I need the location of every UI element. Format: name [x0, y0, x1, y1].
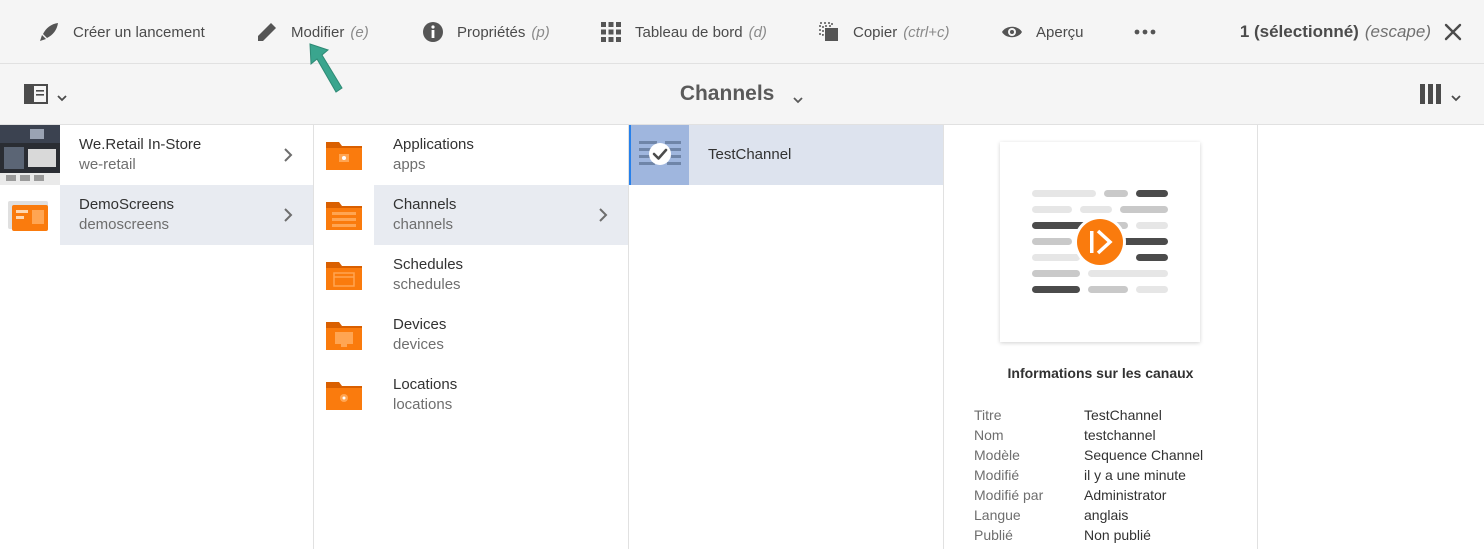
chevron-right-icon — [284, 148, 293, 162]
list-item-title: Schedules — [393, 256, 464, 273]
preview-button[interactable]: Aperçu — [1001, 0, 1084, 64]
page-title[interactable]: Channels — [0, 82, 1484, 106]
view-switch-button[interactable] — [1420, 84, 1462, 109]
folder-icon — [314, 125, 374, 185]
list-item-channels[interactable]: Channels channels — [314, 185, 628, 245]
metadata-row: Nom testchannel — [974, 425, 1203, 445]
list-item-subtitle: apps — [393, 156, 426, 173]
list-item-title: Channels — [393, 196, 457, 213]
column-demoscreens: Applications apps Channels channels Sche… — [314, 125, 629, 549]
metadata-key: Langue — [974, 507, 1021, 523]
folder-icon — [314, 305, 374, 365]
list-item-subtitle: devices — [393, 336, 444, 353]
column-channels: TestChannel — [629, 125, 944, 549]
chevron-down-icon — [792, 88, 804, 104]
metadata-value: il y a une minute — [1084, 467, 1186, 483]
demoscreens-thumbnail — [0, 185, 60, 245]
list-item-devices[interactable]: Devices devices — [314, 305, 628, 365]
create-launch-button[interactable]: Créer un lancement — [38, 0, 205, 64]
column-sites: We.Retail In-Store we-retail DemoScreens… — [0, 125, 314, 549]
metadata-row: Modifié par Administrator — [974, 485, 1203, 505]
list-item-subtitle: demoscreens — [79, 216, 170, 233]
folder-icon — [314, 245, 374, 305]
metadata-row: Titre TestChannel — [974, 405, 1203, 425]
more-actions-button[interactable] — [1134, 0, 1169, 64]
metadata-list: Titre TestChannel Nom testchannel Modèle Se… — [974, 405, 1203, 545]
action-bar: Créer un lancement Modifier (e) Propriét… — [0, 0, 1484, 64]
title-bar: Channels — [0, 64, 1484, 125]
selection-label: 1 (sélectionné) — [1239, 22, 1359, 41]
list-item-demoscreens[interactable]: DemoScreens demoscreens — [0, 185, 313, 245]
list-item-title: Applications — [393, 136, 474, 153]
list-item-subtitle: locations — [393, 396, 453, 413]
we-retail-thumbnail — [0, 125, 60, 185]
edit-shortcut: (e) — [350, 23, 369, 41]
preview-panel: Informations sur les canaux Titre TestCha… — [944, 125, 1258, 549]
metadata-row: Modifié il y a une minute — [974, 465, 1203, 485]
preview-heading: Informations sur les canaux — [1007, 365, 1194, 381]
folder-icon — [314, 365, 374, 425]
selection-shortcut: (escape) — [1364, 22, 1431, 41]
metadata-key: Modèle — [974, 447, 1020, 463]
properties-shortcut: (p) — [531, 23, 550, 41]
info-icon — [422, 21, 444, 43]
chevron-right-icon — [284, 208, 293, 222]
dashboard-shortcut: (d) — [748, 23, 767, 41]
metadata-key: Publié — [974, 527, 1013, 543]
list-item-subtitle: schedules — [393, 276, 461, 293]
rocket-icon — [38, 21, 60, 43]
selection-count: 1 (sélectionné) (escape) — [1240, 0, 1431, 64]
column-view: We.Retail In-Store we-retail DemoScreens… — [0, 125, 1484, 549]
dashboard-label: Tableau de bord — [635, 23, 743, 41]
copy-label: Copier — [853, 23, 898, 41]
metadata-value: Non publié — [1084, 527, 1151, 543]
metadata-value: TestChannel — [1084, 407, 1162, 423]
preview-label: Aperçu — [1036, 23, 1084, 41]
list-item-we-retail[interactable]: We.Retail In-Store we-retail — [0, 125, 313, 185]
list-item-title: We.Retail In-Store — [79, 136, 202, 153]
list-item-title: TestChannel — [708, 146, 792, 163]
folder-icon — [314, 185, 374, 245]
metadata-row: Modèle Sequence Channel — [974, 445, 1203, 465]
metadata-value: anglais — [1084, 507, 1129, 523]
column-view-icon — [1420, 84, 1442, 109]
metadata-value: testchannel — [1084, 427, 1156, 443]
metadata-key: Modifié — [974, 467, 1020, 483]
channel-thumbnail — [1000, 142, 1200, 342]
metadata-value: Administrator — [1084, 487, 1167, 503]
edit-button[interactable]: Modifier (e) — [256, 0, 369, 64]
eye-icon — [1001, 21, 1023, 43]
metadata-value: Sequence Channel — [1084, 447, 1204, 463]
list-item-schedules[interactable]: Schedules schedules — [314, 245, 628, 305]
dashboard-button[interactable]: Tableau de bord (d) — [600, 0, 767, 64]
metadata-row: Langue anglais — [974, 505, 1203, 525]
copy-button[interactable]: Copier (ctrl+c) — [818, 0, 949, 64]
properties-button[interactable]: Propriétés (p) — [422, 0, 550, 64]
grid-icon — [600, 21, 622, 43]
list-item-title: Devices — [393, 316, 447, 333]
pencil-icon — [256, 21, 278, 43]
page-title-text: Channels — [679, 82, 775, 106]
close-icon[interactable] — [1442, 21, 1464, 43]
list-item-applications[interactable]: Applications apps — [314, 125, 628, 185]
create-launch-label: Créer un lancement — [73, 23, 205, 41]
metadata-key: Titre — [974, 407, 1002, 423]
list-item-subtitle: we-retail — [79, 156, 136, 173]
chevron-right-icon — [599, 208, 608, 222]
copy-shortcut: (ctrl+c) — [903, 23, 950, 41]
list-item-locations[interactable]: Locations locations — [314, 365, 628, 425]
metadata-key: Nom — [974, 427, 1004, 443]
checkmark-icon — [631, 125, 689, 185]
copy-icon — [818, 21, 840, 43]
edit-label: Modifier — [291, 23, 345, 41]
chevron-down-icon — [1450, 91, 1462, 103]
metadata-row: Publié Non publié — [974, 525, 1203, 545]
list-item-title: Locations — [393, 376, 458, 393]
list-item-testchannel[interactable]: TestChannel — [629, 125, 943, 185]
metadata-key: Modifié par — [974, 487, 1044, 503]
list-item-subtitle: channels — [393, 216, 454, 233]
properties-label: Propriétés — [457, 23, 526, 41]
more-icon — [1134, 21, 1156, 43]
list-item-title: DemoScreens — [79, 196, 175, 213]
